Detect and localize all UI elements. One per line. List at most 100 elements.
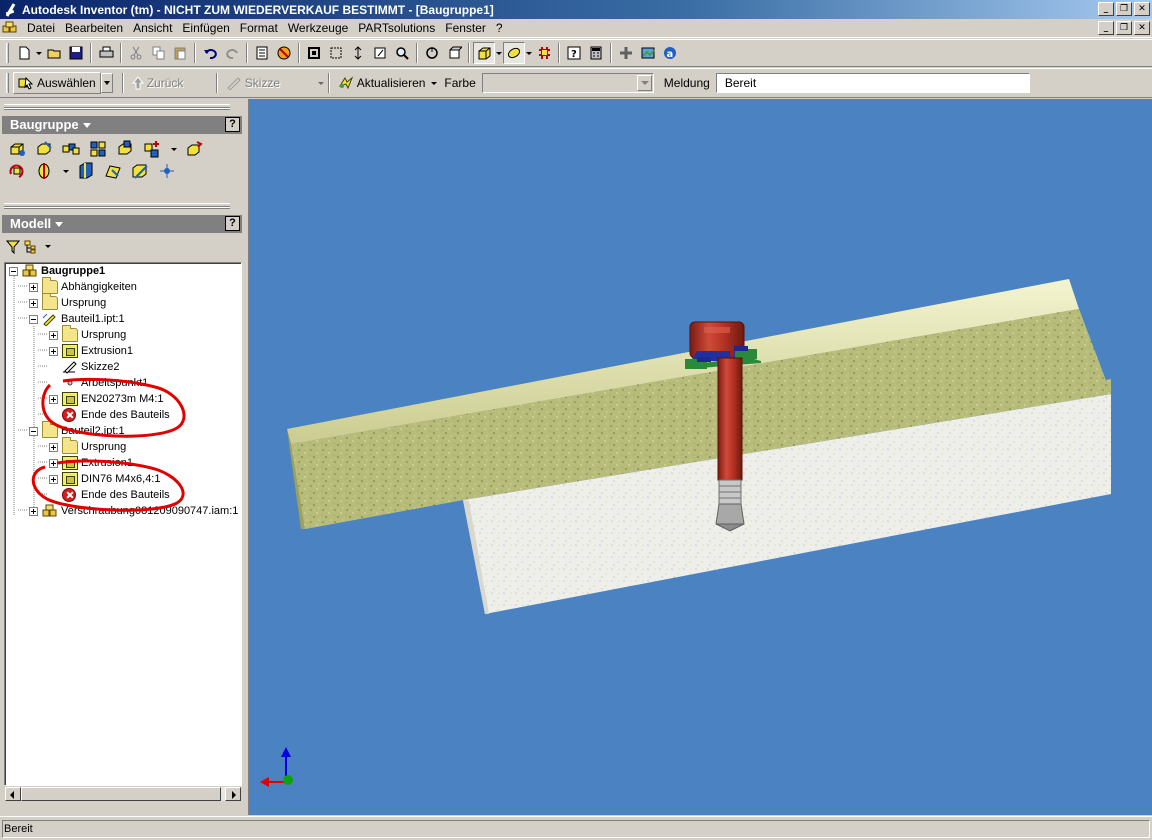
shadow-dropdown[interactable]: [525, 42, 533, 64]
view-dropdown-icon[interactable]: [44, 240, 52, 254]
look-at-button[interactable]: [443, 42, 465, 64]
work-axis-icon[interactable]: [131, 162, 149, 180]
rotate-button[interactable]: [421, 42, 443, 64]
tree-item-bauteil1[interactable]: Bauteil1.ipt:1: [29, 311, 125, 327]
expand-toggle-icon[interactable]: [49, 474, 58, 484]
sketch-dropdown[interactable]: [317, 72, 325, 94]
zoom-all-button[interactable]: [303, 42, 325, 64]
cut-button[interactable]: [125, 42, 147, 64]
quarter-section-icon[interactable]: [77, 162, 95, 180]
assembly-panel-grip[interactable]: [4, 104, 230, 110]
assembly-panel-header[interactable]: Baugruppe ?: [2, 116, 242, 134]
tree-item-verschraubung[interactable]: Verschraubung081209090747.iam:1: [29, 503, 238, 519]
assembly-help-button[interactable]: ?: [225, 117, 240, 132]
tree-item-bauteil2-origin[interactable]: Ursprung: [49, 437, 126, 455]
tree-item-baugruppe1[interactable]: Baugruppe1: [9, 263, 105, 279]
toolbar-grip[interactable]: [6, 43, 9, 63]
doc-minimize-button[interactable]: _: [1098, 21, 1114, 35]
doc-restore-button[interactable]: ❐: [1116, 21, 1132, 35]
menu-fenster[interactable]: Fenster: [440, 21, 491, 35]
tree-item-bauteil2[interactable]: Bauteil2.ipt:1: [29, 421, 125, 439]
sketch-button[interactable]: Skizze: [221, 72, 317, 94]
tree-item-extrusion1[interactable]: Extrusion1: [49, 343, 133, 359]
tree-item-skizze2[interactable]: Skizze2: [62, 359, 120, 375]
model-help-button[interactable]: ?: [225, 216, 240, 231]
expand-toggle-icon[interactable]: [49, 346, 58, 356]
tree-item-bauteil2-extrusion1[interactable]: Extrusion1: [49, 455, 133, 471]
menu-bearbeiten[interactable]: Bearbeiten: [60, 21, 128, 35]
place-component-icon[interactable]: [8, 140, 26, 158]
close-button[interactable]: ✕: [1134, 2, 1150, 16]
update-dropdown[interactable]: [430, 72, 438, 94]
work-plane-icon[interactable]: [104, 162, 122, 180]
section-view-icon[interactable]: [8, 162, 26, 180]
select-dropdown[interactable]: [100, 73, 113, 93]
minimize-button[interactable]: _: [1098, 2, 1114, 16]
hierarchy-view-icon[interactable]: [24, 240, 40, 254]
undo-button[interactable]: [199, 42, 221, 64]
collapse-toggle-icon[interactable]: [29, 314, 38, 324]
back-button[interactable]: Zurück: [127, 72, 213, 94]
menu-werkzeuge[interactable]: Werkzeuge: [283, 21, 353, 35]
design-assistant-button[interactable]: [637, 42, 659, 64]
restore-button[interactable]: ❐: [1116, 2, 1132, 16]
assembly-3d-view[interactable]: [249, 99, 1152, 815]
rotate-component-icon[interactable]: [185, 140, 203, 158]
toolbar-grip[interactable]: [6, 73, 9, 93]
calculator-button[interactable]: [585, 42, 607, 64]
add-button[interactable]: [615, 42, 637, 64]
expand-toggle-icon[interactable]: [49, 394, 58, 404]
select-button[interactable]: Auswählen: [13, 72, 101, 94]
shadow-button[interactable]: [503, 42, 525, 64]
tools-dropdown[interactable]: [170, 138, 177, 160]
tree-item-end-of-part-2[interactable]: Ende des Bauteils: [62, 487, 170, 503]
tree-item-end-of-part-1[interactable]: Ende des Bauteils: [62, 407, 170, 423]
expand-toggle-icon[interactable]: [49, 330, 58, 340]
display-mode-dropdown[interactable]: [495, 42, 503, 64]
print-button[interactable]: [95, 42, 117, 64]
expand-toggle-icon[interactable]: [29, 298, 38, 308]
scroll-thumb[interactable]: [21, 787, 221, 801]
copy-button[interactable]: [147, 42, 169, 64]
update-button[interactable]: Aktualisieren: [333, 72, 431, 94]
update-mass-button[interactable]: [273, 42, 295, 64]
redo-button[interactable]: [221, 42, 243, 64]
open-button[interactable]: [43, 42, 65, 64]
save-button[interactable]: [65, 42, 87, 64]
scroll-right-arrow-icon[interactable]: [225, 787, 241, 801]
section-dropdown[interactable]: [62, 160, 69, 182]
doc-close-button[interactable]: ✕: [1134, 21, 1150, 35]
expand-toggle-icon[interactable]: [49, 458, 58, 468]
half-section-icon[interactable]: [35, 162, 53, 180]
model-browser-tree[interactable]: Baugruppe1 Abhängigkeiten Ursprung Baute…: [4, 262, 242, 786]
bill-of-materials-button[interactable]: [251, 42, 273, 64]
collapse-toggle-icon[interactable]: [29, 426, 38, 436]
tree-item-din76[interactable]: DIN76 M4x6,4:1: [49, 471, 160, 487]
collapse-toggle-icon[interactable]: [9, 266, 18, 276]
work-point-icon[interactable]: [158, 162, 176, 180]
menu-datei[interactable]: Datei: [22, 21, 60, 35]
scroll-left-arrow-icon[interactable]: [5, 787, 21, 801]
menu-ansicht[interactable]: Ansicht: [128, 21, 177, 35]
expand-toggle-icon[interactable]: [49, 442, 58, 452]
create-component-icon[interactable]: [35, 140, 53, 158]
menu-help[interactable]: ?: [491, 21, 508, 35]
zoom-selected-button[interactable]: [391, 42, 413, 64]
perspective-button[interactable]: [533, 42, 555, 64]
color-combo[interactable]: [481, 73, 654, 93]
new-dropdown[interactable]: [35, 42, 43, 64]
paste-button[interactable]: [169, 42, 191, 64]
tree-horizontal-scrollbar[interactable]: [4, 786, 242, 802]
menu-partsolutions[interactable]: PARTsolutions: [353, 21, 440, 35]
tree-item-arbeitspunkt1[interactable]: Arbeitspunkt1: [62, 375, 148, 391]
expand-toggle-icon[interactable]: [29, 506, 38, 516]
autodesk-online-button[interactable]: a: [659, 42, 681, 64]
help-topics-button[interactable]: ?: [563, 42, 585, 64]
model-panel-header[interactable]: Modell ?: [2, 215, 242, 233]
zoom-button[interactable]: [347, 42, 369, 64]
model-panel-grip[interactable]: [4, 203, 230, 209]
color-combo-arrow[interactable]: [636, 75, 652, 91]
tree-item-en20273m[interactable]: EN20273m M4:1: [49, 391, 164, 407]
tree-item-origin[interactable]: Ursprung: [29, 293, 106, 311]
pattern-component-icon[interactable]: [62, 140, 80, 158]
